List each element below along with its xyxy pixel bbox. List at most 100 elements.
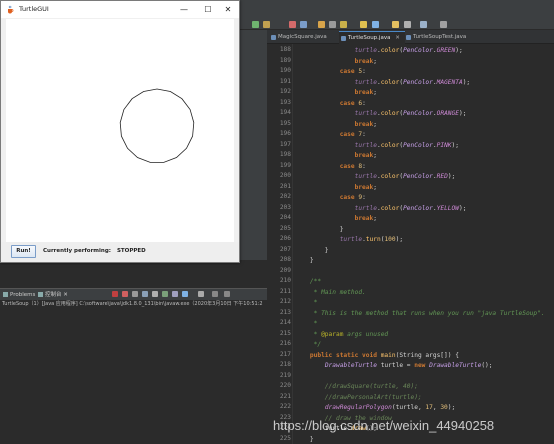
status-caption: Currently performing: [43,248,111,254]
toolbar-icon[interactable] [329,21,336,28]
code-line: /** [295,278,322,285]
run-button[interactable]: Run! [11,245,36,258]
code-line: turtle.color(PenColor.MAGENTA); [295,78,471,86]
code-line: case 5: [295,68,366,75]
drawing-surface [119,88,195,163]
line-number: 214 [279,319,291,326]
code-line: * [295,299,318,306]
tab-magicsquare[interactable]: MagicSquare.java [269,31,332,44]
code-line: } [295,435,314,443]
line-number: 225 [279,434,291,442]
code-line: //drawPersonalArt(turtle); [295,393,422,401]
remove-launch-icon[interactable] [122,291,128,297]
line-number: 207 [279,245,291,253]
line-number: 201 [279,182,291,190]
turtlegui-window: TurtleGUI — ☐ ✕ Run! Currently performin… [0,0,240,263]
tab-label: Problems [10,292,36,298]
java-file-icon [271,35,276,40]
line-number: 191 [279,77,291,85]
tab-label: TurtleSoupTest.java [413,34,467,40]
toolbar-icon[interactable] [440,21,447,28]
tab-label: 控制台 [45,292,62,298]
console-status: TurtleSoup（1）[Java 应用程序] C:\software\jav… [0,300,267,309]
title-bar[interactable]: TurtleGUI — ☐ ✕ [1,1,239,18]
turtle-canvas [6,19,234,242]
word-wrap-icon[interactable] [152,291,158,297]
code-line: */ [295,341,322,348]
line-number: 205 [279,224,291,232]
terminate-icon[interactable] [112,291,118,297]
line-number: 215 [279,329,291,337]
code-line: break; [295,57,377,65]
line-number-gutter: 188 189 190 191 192 193 194 195 196 197 198 199 200 2… [267,44,293,444]
minimize-view-icon[interactable] [212,291,218,297]
line-number: 203 [279,203,291,211]
code-line: case 9: [295,194,366,201]
turtle-polygon [119,88,195,163]
toolbar-icon[interactable] [404,21,411,28]
tab-turtlesoup[interactable]: TurtleSoup.java ✕ [339,31,405,44]
code-line: turtle.turn(100); [295,236,404,243]
status-label: Currently performing: STOPPED [43,245,146,258]
close-button[interactable]: ✕ [217,1,239,18]
maximize-button[interactable]: ☐ [197,1,219,18]
line-number: 194 [279,109,291,116]
line-number: 188 [279,46,291,53]
code-line: } [295,225,344,233]
java-cup-icon [8,5,14,14]
code-line: public static void main(String args[]) { [295,351,459,359]
code-line: * [295,320,318,327]
line-number: 189 [279,56,291,64]
line-number: 192 [279,88,291,95]
toolbar-icon[interactable] [360,21,367,28]
minimize-button[interactable]: — [173,1,195,18]
line-number: 217 [279,350,291,358]
code-line: break; [295,152,377,159]
line-number: 193 [279,98,291,106]
control-bar: Run! Currently performing: STOPPED [1,242,239,262]
line-number: 196 [279,130,291,137]
tab-label: TurtleSoup.java [348,35,391,41]
toolbar-icon[interactable] [263,21,270,28]
tab-turtlesouptest[interactable]: TurtleSoupTest.java [404,31,471,44]
line-number: 220 [279,382,291,389]
line-number: 204 [279,214,291,221]
code-line: break; [295,89,377,96]
toolbar-icon[interactable] [392,21,399,28]
maximize-view-icon[interactable] [224,291,230,297]
display-console-icon[interactable] [172,291,178,297]
code-line: } [295,246,329,254]
line-number: 195 [279,119,291,127]
line-number: 218 [279,361,291,368]
line-number: 210 [279,277,291,284]
toolbar-icon[interactable] [318,21,325,28]
code-line: turtle.color(PenColor.RED); [295,173,456,180]
problems-icon [3,292,8,297]
view-menu-icon[interactable] [198,291,204,297]
line-number: 211 [279,287,291,295]
pin-icon[interactable] [162,291,168,297]
toolbar-icon[interactable] [289,21,296,28]
open-console-icon[interactable] [182,291,188,297]
code-line: break; [295,120,377,128]
editor-tab-bar: MagicSquare.java TurtleSoup.java ✕ Turtl… [267,30,554,44]
code-line: break; [295,215,377,222]
close-icon[interactable]: ✕ [395,35,400,41]
line-number: 206 [279,235,291,242]
toolbar-icon[interactable] [340,21,347,28]
code-editor[interactable]: 188 189 190 191 192 193 194 195 196 197 198 199 200 2… [267,44,554,444]
line-number: 209 [279,266,291,274]
line-number: 213 [279,308,291,316]
console-output[interactable] [0,309,267,444]
code-line: } [295,257,314,264]
clear-console-icon[interactable] [132,291,138,297]
line-number: 222 [279,403,291,410]
console-icon [38,292,43,297]
toolbar-icon[interactable] [420,21,427,28]
line-number: 212 [279,298,291,305]
code-line: turtle.color(PenColor.YELLOW); [295,204,467,212]
toolbar-icon[interactable] [252,21,259,28]
toolbar-icon[interactable] [300,21,307,28]
scroll-lock-icon[interactable] [142,291,148,297]
toolbar-icon[interactable] [372,21,379,28]
